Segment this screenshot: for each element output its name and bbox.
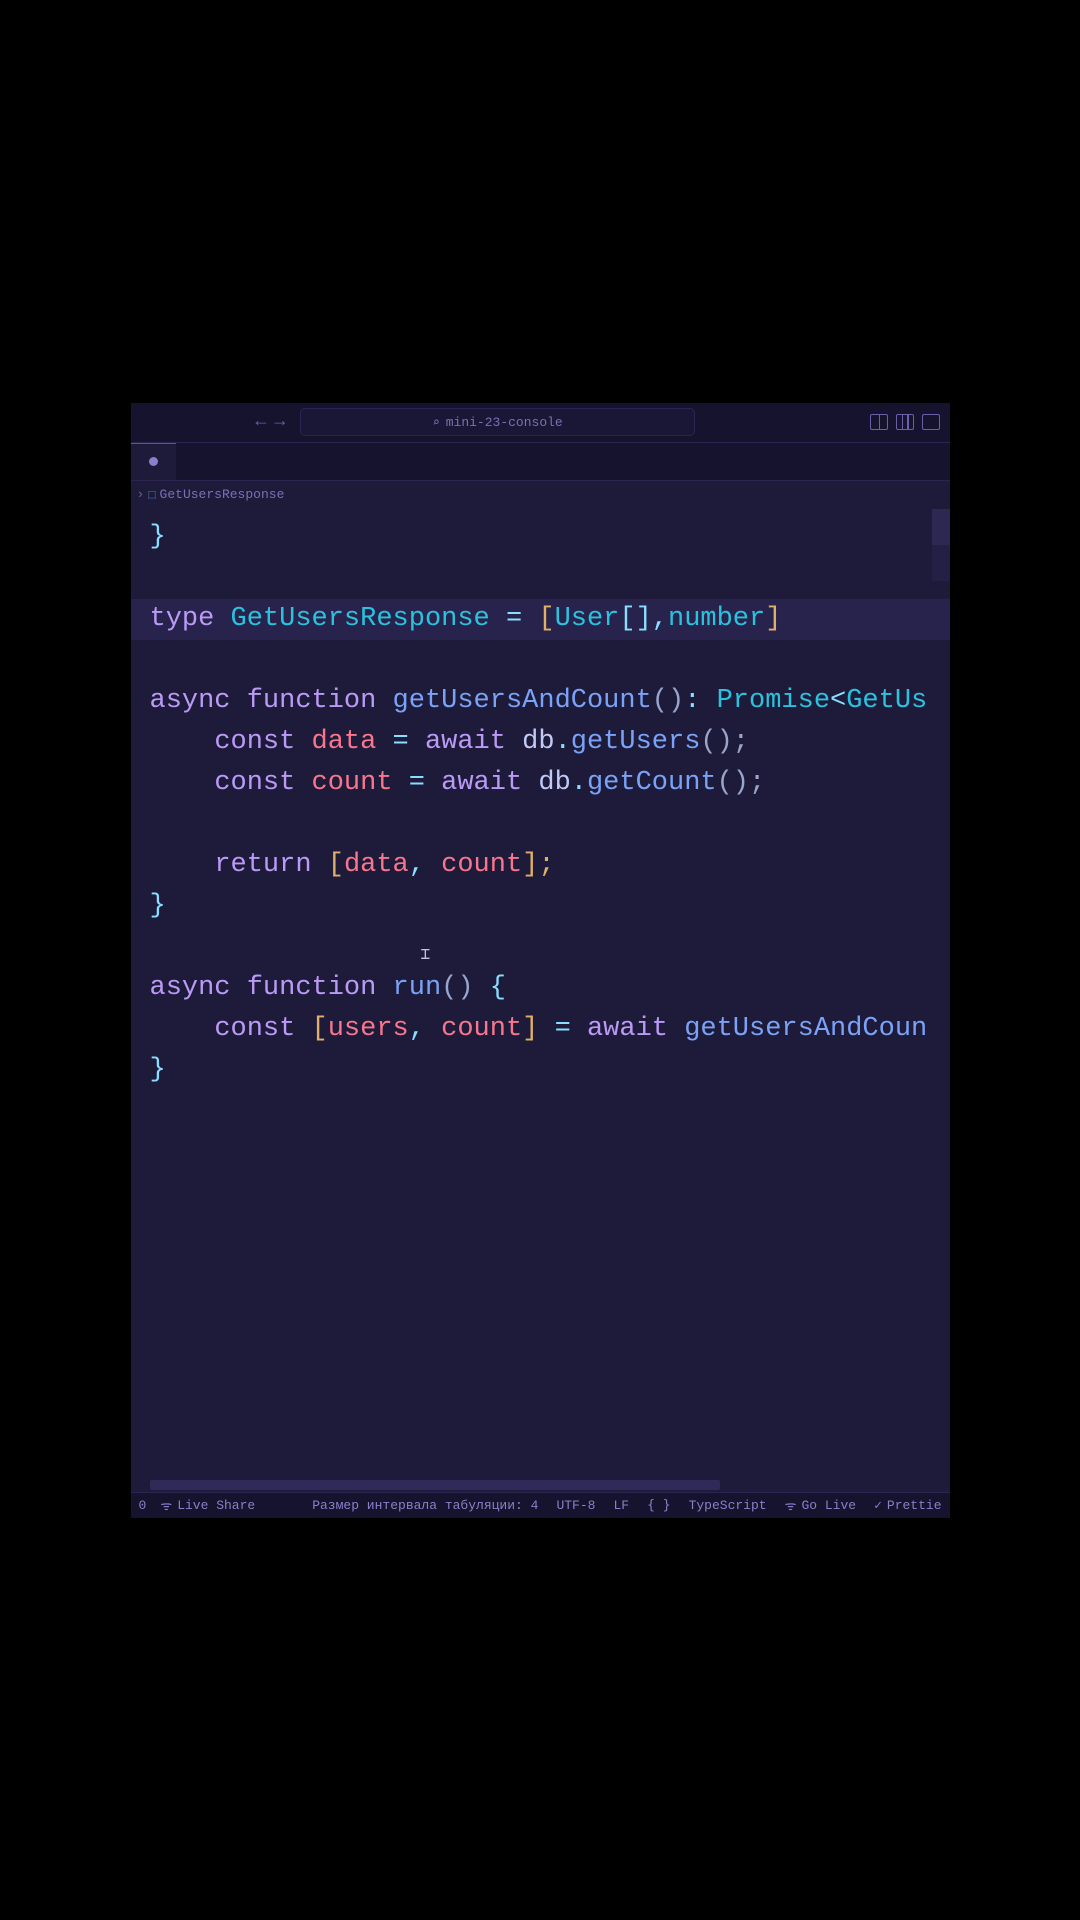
code-line (150, 927, 950, 968)
broadcast-icon: ᯤ (785, 1496, 797, 1514)
code-line (150, 558, 950, 599)
horizontal-scrollbar[interactable] (150, 1480, 720, 1490)
bracket-icon[interactable]: { } (647, 1496, 670, 1514)
code-line (150, 804, 950, 845)
text-cursor-icon: ⌶ (421, 935, 431, 955)
check-icon: ✓ (874, 1498, 882, 1513)
code-line: return [data, count]; (150, 845, 950, 886)
status-liveshare[interactable]: ᯤ Live Share (160, 1496, 255, 1514)
status-encoding[interactable]: UTF-8 (556, 1496, 595, 1514)
titlebar: ← → ⌕ mini-23-console (131, 403, 950, 443)
status-problems[interactable]: 0 (139, 1496, 147, 1514)
editor-window: ← → ⌕ mini-23-console › ⬚ GetUsersRespon (131, 403, 950, 1518)
chevron-right-icon: › (137, 487, 145, 502)
status-prettier[interactable]: ✓ Prettie (874, 1496, 941, 1514)
status-golive[interactable]: ᯤ Go Live (785, 1496, 856, 1514)
code-line: const count = await db.getCount(); (150, 763, 950, 804)
code-editor[interactable]: } type GetUsersResponse = [User[],number… (131, 509, 950, 1492)
code-line (150, 640, 950, 681)
breadcrumb[interactable]: › ⬚ GetUsersResponse (131, 481, 950, 509)
code-line: } (150, 1050, 950, 1091)
code-line: const [users, count] = await getUsersAnd… (150, 1009, 950, 1050)
tab-bar (131, 443, 950, 481)
code-line: } (150, 517, 950, 558)
code-line: type GetUsersResponse = [User[],number] (131, 599, 950, 640)
search-placeholder: mini-23-console (446, 415, 563, 430)
code-line: async function getUsersAndCount(): Promi… (150, 681, 950, 722)
nav-forward-icon[interactable]: → (274, 412, 285, 432)
code-line: } (150, 886, 950, 927)
layout-columns-icon[interactable] (896, 414, 914, 430)
nav-back-icon[interactable]: ← (256, 412, 267, 432)
tab-dirty-indicator-icon (149, 457, 158, 466)
broadcast-icon: ᯤ (160, 1496, 172, 1514)
command-center[interactable]: ⌕ mini-23-console (300, 408, 695, 436)
layout-panel-icon[interactable] (870, 414, 888, 430)
breadcrumb-symbol: GetUsersResponse (160, 487, 285, 502)
status-eol[interactable]: LF (613, 1496, 629, 1514)
layout-sidebar-icon[interactable] (922, 414, 940, 430)
status-language[interactable]: TypeScript (689, 1496, 767, 1514)
code-line: const data = await db.getUsers(); (150, 722, 950, 763)
editor-tab[interactable] (131, 443, 176, 480)
status-tabsize[interactable]: Размер интервала табуляции: 4 (312, 1496, 538, 1514)
symbol-icon: ⬚ (148, 487, 155, 502)
code-line: async function run() { (150, 968, 950, 1009)
status-bar: 0 ᯤ Live Share Размер интервала табуляци… (131, 1492, 950, 1518)
search-icon: ⌕ (432, 415, 439, 430)
